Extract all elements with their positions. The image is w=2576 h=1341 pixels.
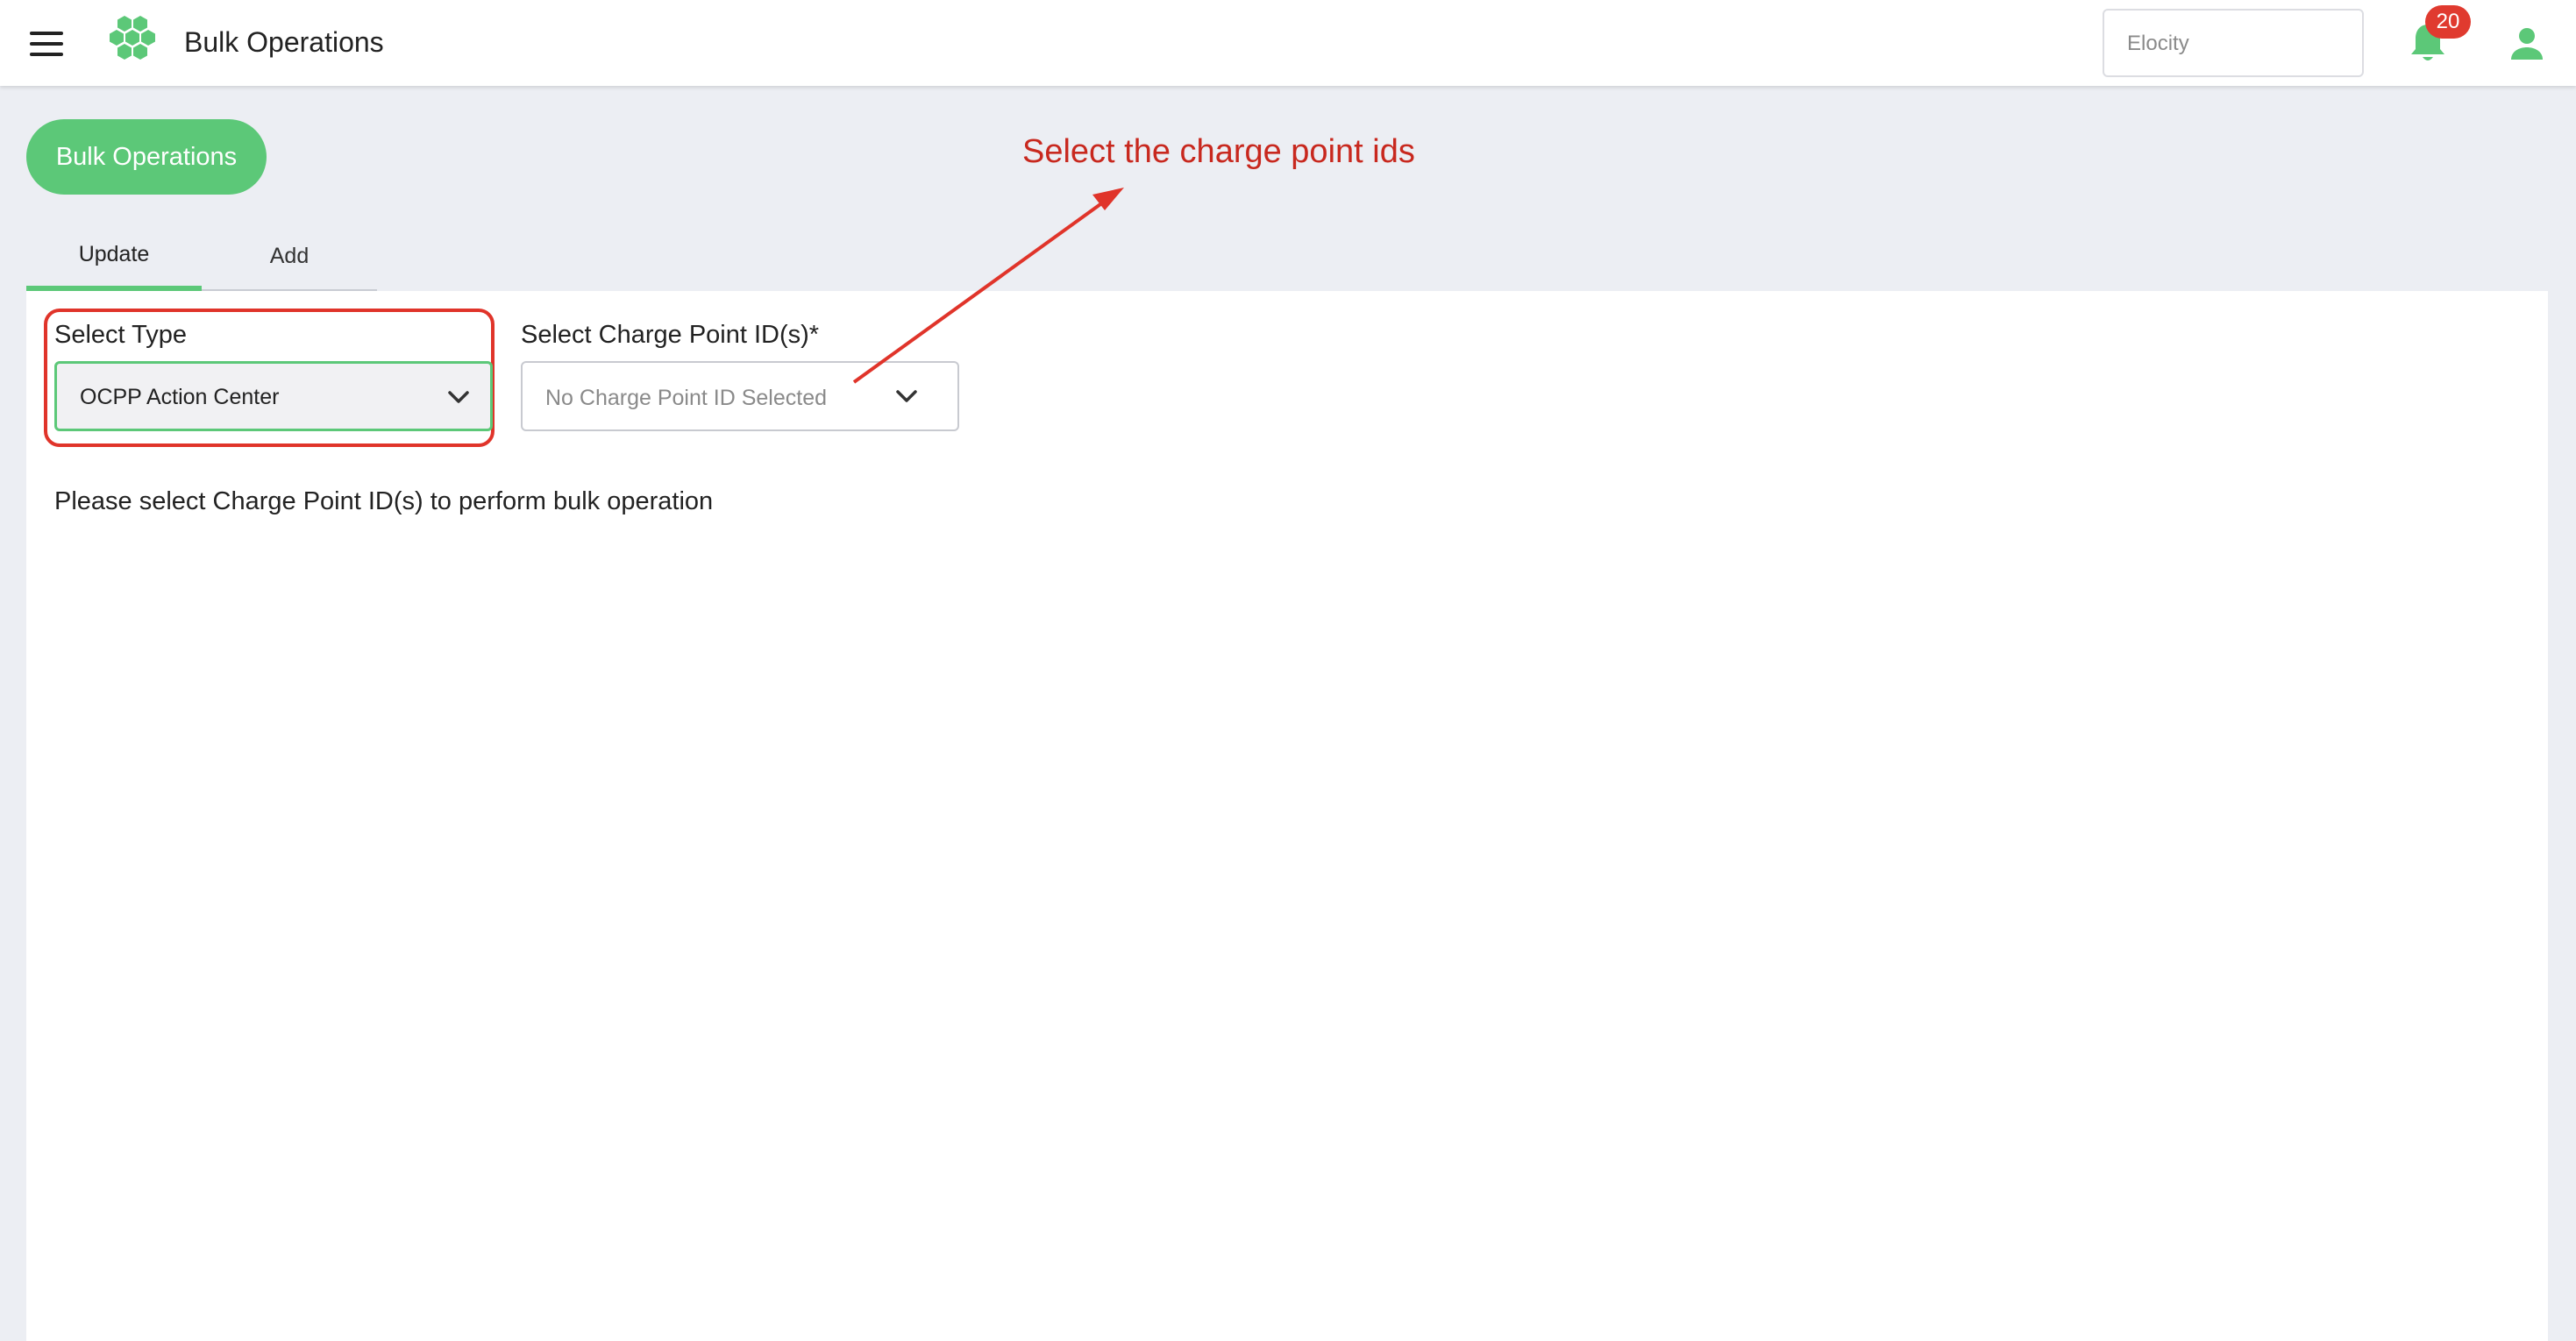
page-title: Bulk Operations	[184, 26, 384, 58]
organization-select[interactable]: Elocity	[2103, 9, 2364, 77]
tab-bar: Update Add	[26, 228, 377, 291]
chevron-down-icon	[896, 390, 917, 402]
charge-point-dropdown[interactable]: No Charge Point ID Selected	[521, 361, 959, 431]
menu-icon[interactable]	[30, 32, 63, 56]
hexagon-cluster-logo-icon	[110, 16, 155, 60]
annotation-callout: Select the charge point ids	[1022, 133, 1415, 170]
charge-point-label: Select Charge Point ID(s)*	[521, 321, 820, 349]
tab-add[interactable]: Add	[202, 228, 377, 291]
user-icon[interactable]	[2508, 25, 2546, 63]
select-type-value: OCPP Action Center	[80, 385, 280, 409]
top-app-bar: Bulk Operations Elocity 20	[0, 0, 2576, 86]
tab-update[interactable]: Update	[26, 228, 202, 291]
select-type-dropdown[interactable]: OCPP Action Center	[54, 361, 493, 431]
select-type-label: Select Type	[54, 321, 188, 349]
content-card	[26, 291, 2548, 1341]
notification-badge: 20	[2425, 5, 2471, 39]
chevron-down-icon	[448, 391, 469, 403]
info-message: Please select Charge Point ID(s) to perf…	[54, 487, 714, 515]
charge-point-placeholder: No Charge Point ID Selected	[545, 386, 828, 410]
bulk-operations-button[interactable]: Bulk Operations	[26, 119, 267, 195]
